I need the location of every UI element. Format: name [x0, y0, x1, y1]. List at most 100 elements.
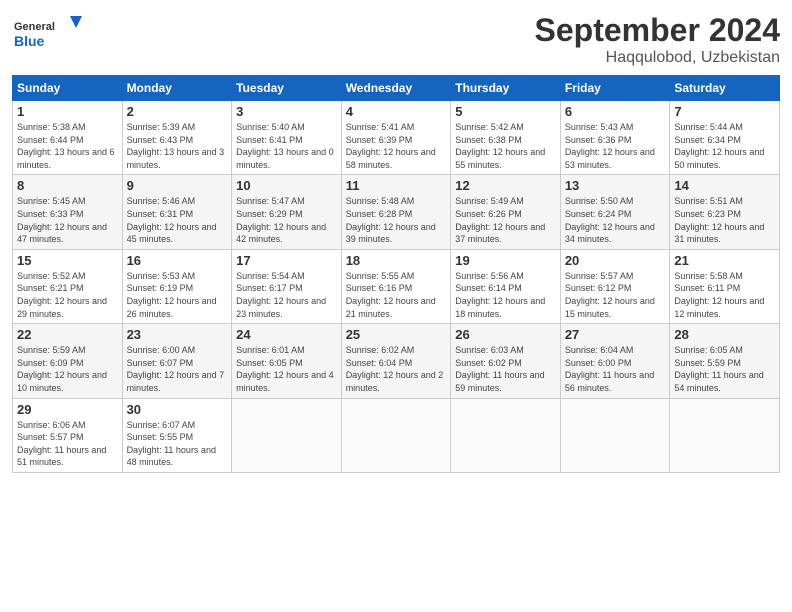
- day-info: Sunrise: 6:07 AM Sunset: 5:55 PM Dayligh…: [127, 419, 228, 469]
- day-info: Sunrise: 5:47 AM Sunset: 6:29 PM Dayligh…: [236, 195, 337, 245]
- table-row: 29 Sunrise: 6:06 AM Sunset: 5:57 PM Dayl…: [13, 398, 123, 472]
- calendar-table: Sunday Monday Tuesday Wednesday Thursday…: [12, 75, 780, 473]
- calendar-week-row: 1 Sunrise: 5:38 AM Sunset: 6:44 PM Dayli…: [13, 101, 780, 175]
- day-number: 23: [127, 327, 228, 342]
- day-info: Sunrise: 5:53 AM Sunset: 6:19 PM Dayligh…: [127, 270, 228, 320]
- table-row: 11 Sunrise: 5:48 AM Sunset: 6:28 PM Dayl…: [341, 175, 451, 249]
- day-info: Sunrise: 6:01 AM Sunset: 6:05 PM Dayligh…: [236, 344, 337, 394]
- table-row: [560, 398, 670, 472]
- table-row: [670, 398, 780, 472]
- day-info: Sunrise: 5:52 AM Sunset: 6:21 PM Dayligh…: [17, 270, 118, 320]
- table-row: 9 Sunrise: 5:46 AM Sunset: 6:31 PM Dayli…: [122, 175, 232, 249]
- day-number: 28: [674, 327, 775, 342]
- day-number: 11: [346, 178, 447, 193]
- table-row: 28 Sunrise: 6:05 AM Sunset: 5:59 PM Dayl…: [670, 324, 780, 398]
- day-info: Sunrise: 5:46 AM Sunset: 6:31 PM Dayligh…: [127, 195, 228, 245]
- header-monday: Monday: [122, 76, 232, 101]
- table-row: 26 Sunrise: 6:03 AM Sunset: 6:02 PM Dayl…: [451, 324, 561, 398]
- day-number: 6: [565, 104, 666, 119]
- header-friday: Friday: [560, 76, 670, 101]
- day-info: Sunrise: 5:44 AM Sunset: 6:34 PM Dayligh…: [674, 121, 775, 171]
- table-row: 13 Sunrise: 5:50 AM Sunset: 6:24 PM Dayl…: [560, 175, 670, 249]
- day-number: 30: [127, 402, 228, 417]
- table-row: 27 Sunrise: 6:04 AM Sunset: 6:00 PM Dayl…: [560, 324, 670, 398]
- day-info: Sunrise: 5:55 AM Sunset: 6:16 PM Dayligh…: [346, 270, 447, 320]
- day-info: Sunrise: 6:03 AM Sunset: 6:02 PM Dayligh…: [455, 344, 556, 394]
- day-number: 9: [127, 178, 228, 193]
- day-number: 19: [455, 253, 556, 268]
- header-thursday: Thursday: [451, 76, 561, 101]
- calendar-week-row: 22 Sunrise: 5:59 AM Sunset: 6:09 PM Dayl…: [13, 324, 780, 398]
- svg-text:General: General: [14, 21, 55, 33]
- day-number: 13: [565, 178, 666, 193]
- day-number: 14: [674, 178, 775, 193]
- svg-text:Blue: Blue: [14, 33, 45, 49]
- day-number: 10: [236, 178, 337, 193]
- table-row: 6 Sunrise: 5:43 AM Sunset: 6:36 PM Dayli…: [560, 101, 670, 175]
- calendar-week-row: 15 Sunrise: 5:52 AM Sunset: 6:21 PM Dayl…: [13, 249, 780, 323]
- table-row: 15 Sunrise: 5:52 AM Sunset: 6:21 PM Dayl…: [13, 249, 123, 323]
- table-row: 7 Sunrise: 5:44 AM Sunset: 6:34 PM Dayli…: [670, 101, 780, 175]
- day-info: Sunrise: 5:56 AM Sunset: 6:14 PM Dayligh…: [455, 270, 556, 320]
- day-info: Sunrise: 6:00 AM Sunset: 6:07 PM Dayligh…: [127, 344, 228, 394]
- day-number: 4: [346, 104, 447, 119]
- calendar-week-row: 8 Sunrise: 5:45 AM Sunset: 6:33 PM Dayli…: [13, 175, 780, 249]
- day-number: 7: [674, 104, 775, 119]
- table-row: 14 Sunrise: 5:51 AM Sunset: 6:23 PM Dayl…: [670, 175, 780, 249]
- day-info: Sunrise: 5:58 AM Sunset: 6:11 PM Dayligh…: [674, 270, 775, 320]
- table-row: 23 Sunrise: 6:00 AM Sunset: 6:07 PM Dayl…: [122, 324, 232, 398]
- table-row: 3 Sunrise: 5:40 AM Sunset: 6:41 PM Dayli…: [232, 101, 342, 175]
- day-number: 25: [346, 327, 447, 342]
- day-number: 18: [346, 253, 447, 268]
- table-row: 17 Sunrise: 5:54 AM Sunset: 6:17 PM Dayl…: [232, 249, 342, 323]
- calendar-week-row: 29 Sunrise: 6:06 AM Sunset: 5:57 PM Dayl…: [13, 398, 780, 472]
- day-info: Sunrise: 6:02 AM Sunset: 6:04 PM Dayligh…: [346, 344, 447, 394]
- day-number: 15: [17, 253, 118, 268]
- day-info: Sunrise: 5:49 AM Sunset: 6:26 PM Dayligh…: [455, 195, 556, 245]
- table-row: 30 Sunrise: 6:07 AM Sunset: 5:55 PM Dayl…: [122, 398, 232, 472]
- day-info: Sunrise: 5:41 AM Sunset: 6:39 PM Dayligh…: [346, 121, 447, 171]
- header-wednesday: Wednesday: [341, 76, 451, 101]
- day-number: 3: [236, 104, 337, 119]
- table-row: 21 Sunrise: 5:58 AM Sunset: 6:11 PM Dayl…: [670, 249, 780, 323]
- day-info: Sunrise: 5:54 AM Sunset: 6:17 PM Dayligh…: [236, 270, 337, 320]
- day-info: Sunrise: 5:40 AM Sunset: 6:41 PM Dayligh…: [236, 121, 337, 171]
- day-number: 2: [127, 104, 228, 119]
- title-area: September 2024 Haqqulobod, Uzbekistan: [535, 12, 780, 67]
- day-info: Sunrise: 5:42 AM Sunset: 6:38 PM Dayligh…: [455, 121, 556, 171]
- header: General Blue September 2024 Haqqulobod, …: [12, 12, 780, 67]
- day-info: Sunrise: 5:59 AM Sunset: 6:09 PM Dayligh…: [17, 344, 118, 394]
- table-row: 2 Sunrise: 5:39 AM Sunset: 6:43 PM Dayli…: [122, 101, 232, 175]
- table-row: 18 Sunrise: 5:55 AM Sunset: 6:16 PM Dayl…: [341, 249, 451, 323]
- day-info: Sunrise: 5:39 AM Sunset: 6:43 PM Dayligh…: [127, 121, 228, 171]
- day-info: Sunrise: 5:57 AM Sunset: 6:12 PM Dayligh…: [565, 270, 666, 320]
- table-row: [341, 398, 451, 472]
- day-number: 24: [236, 327, 337, 342]
- day-info: Sunrise: 5:38 AM Sunset: 6:44 PM Dayligh…: [17, 121, 118, 171]
- day-number: 16: [127, 253, 228, 268]
- logo: General Blue: [12, 12, 92, 56]
- table-row: 8 Sunrise: 5:45 AM Sunset: 6:33 PM Dayli…: [13, 175, 123, 249]
- table-row: [451, 398, 561, 472]
- day-number: 21: [674, 253, 775, 268]
- day-info: Sunrise: 6:06 AM Sunset: 5:57 PM Dayligh…: [17, 419, 118, 469]
- table-row: 12 Sunrise: 5:49 AM Sunset: 6:26 PM Dayl…: [451, 175, 561, 249]
- table-row: 19 Sunrise: 5:56 AM Sunset: 6:14 PM Dayl…: [451, 249, 561, 323]
- day-info: Sunrise: 5:48 AM Sunset: 6:28 PM Dayligh…: [346, 195, 447, 245]
- day-number: 29: [17, 402, 118, 417]
- day-number: 17: [236, 253, 337, 268]
- table-row: 1 Sunrise: 5:38 AM Sunset: 6:44 PM Dayli…: [13, 101, 123, 175]
- table-row: 20 Sunrise: 5:57 AM Sunset: 6:12 PM Dayl…: [560, 249, 670, 323]
- day-info: Sunrise: 5:50 AM Sunset: 6:24 PM Dayligh…: [565, 195, 666, 245]
- day-number: 8: [17, 178, 118, 193]
- day-info: Sunrise: 5:45 AM Sunset: 6:33 PM Dayligh…: [17, 195, 118, 245]
- day-info: Sunrise: 6:05 AM Sunset: 5:59 PM Dayligh…: [674, 344, 775, 394]
- weekday-header-row: Sunday Monday Tuesday Wednesday Thursday…: [13, 76, 780, 101]
- table-row: 5 Sunrise: 5:42 AM Sunset: 6:38 PM Dayli…: [451, 101, 561, 175]
- day-info: Sunrise: 5:43 AM Sunset: 6:36 PM Dayligh…: [565, 121, 666, 171]
- day-number: 26: [455, 327, 556, 342]
- day-number: 5: [455, 104, 556, 119]
- location: Haqqulobod, Uzbekistan: [535, 49, 780, 67]
- day-number: 22: [17, 327, 118, 342]
- month-title: September 2024: [535, 12, 780, 49]
